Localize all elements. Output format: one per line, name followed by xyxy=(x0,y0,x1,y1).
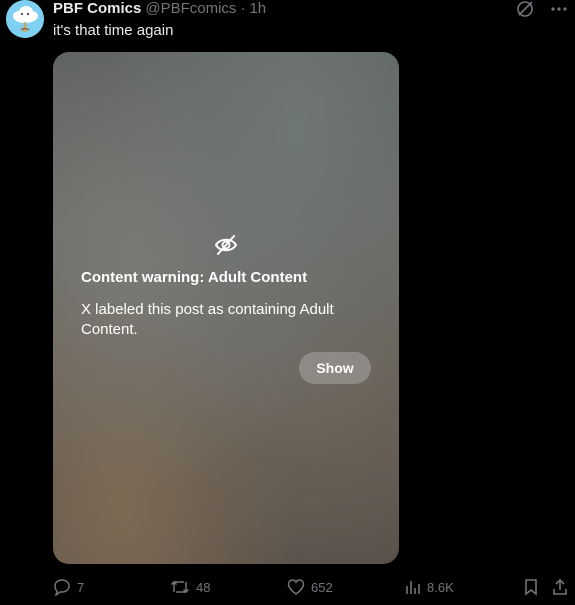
author-name[interactable]: PBF Comics xyxy=(53,0,141,17)
reply-count: 7 xyxy=(77,579,85,595)
content-warning-title: Content warning: Adult Content xyxy=(81,269,308,286)
views-chart-icon xyxy=(406,581,420,594)
like-action[interactable]: 652 xyxy=(287,576,333,598)
avatar[interactable] xyxy=(6,0,44,38)
reply-action[interactable]: 7 xyxy=(53,576,84,598)
content-warning-body: X labeled this post as containing Adult … xyxy=(81,301,334,338)
eye-slash-icon xyxy=(213,232,239,258)
tweet-text: it's that time again xyxy=(53,22,174,39)
bookmark-action[interactable] xyxy=(523,576,539,598)
repost-icon xyxy=(170,580,190,594)
author-handle[interactable]: @PBFcomics xyxy=(145,0,236,17)
views-action[interactable]: 8.6K xyxy=(405,576,454,598)
reply-icon xyxy=(54,579,70,596)
more-options-icon[interactable] xyxy=(549,0,569,18)
like-count: 652 xyxy=(311,579,333,595)
show-button[interactable]: Show xyxy=(299,352,371,384)
heart-icon xyxy=(287,579,305,595)
tweet-timestamp[interactable]: 1h xyxy=(249,0,266,17)
tweet-actions: 7 48 652 8.6K xyxy=(0,576,575,598)
tweet-header: PBF Comics @PBFcomics · 1h xyxy=(53,0,266,17)
share-icon xyxy=(553,578,567,595)
grok-icon[interactable] xyxy=(515,0,535,18)
tweet-top-actions xyxy=(515,0,569,18)
repost-count: 48 xyxy=(196,579,211,595)
separator-dot: · xyxy=(240,0,246,17)
bookmark-icon xyxy=(525,579,537,596)
views-count: 8.6K xyxy=(427,579,454,595)
avatar-cloud-icon xyxy=(6,0,44,38)
share-action[interactable] xyxy=(552,576,568,598)
repost-action[interactable]: 48 xyxy=(170,576,210,598)
blurred-media[interactable]: Content warning: Adult Content X labeled… xyxy=(53,52,399,564)
